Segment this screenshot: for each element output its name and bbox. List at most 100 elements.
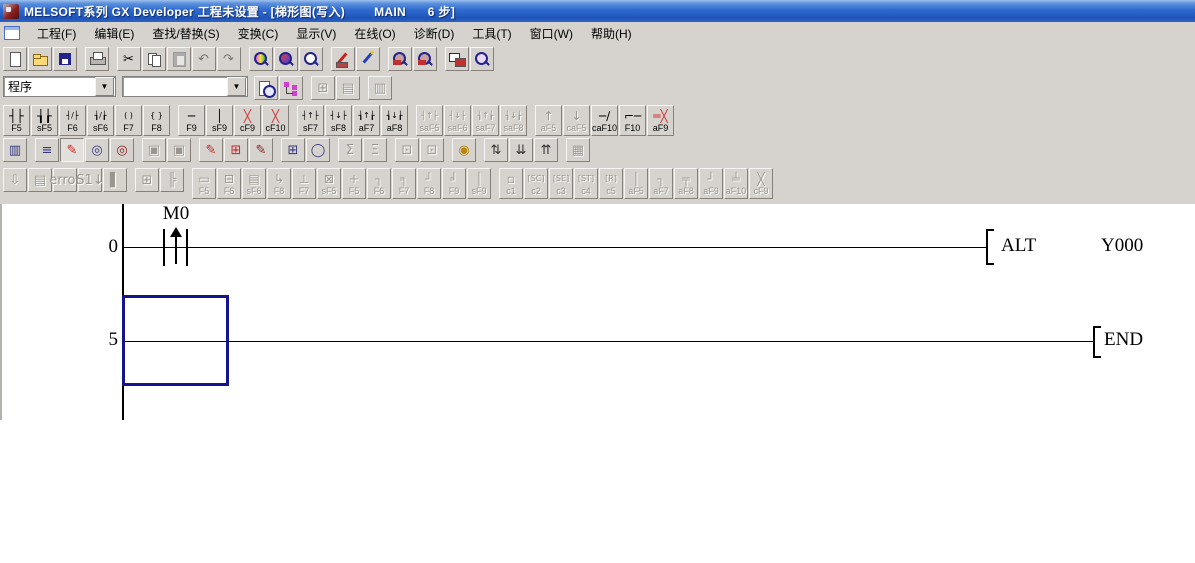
rising-pulse-button[interactable]: ┤↑├ sF7 bbox=[297, 105, 324, 136]
toolbar-icon bbox=[282, 80, 300, 96]
program-verify-button[interactable] bbox=[470, 47, 494, 71]
open-contact-button[interactable]: ┤├ F5 bbox=[3, 105, 30, 136]
project-data-list-button[interactable] bbox=[254, 76, 278, 100]
device-search-combo[interactable]: ▼ bbox=[122, 76, 248, 97]
invert-operation-button[interactable]: ─∕ caF10 bbox=[591, 105, 618, 136]
function-key-label: saF6 bbox=[447, 123, 467, 133]
sfc-vertical-line-button: + F5 bbox=[342, 168, 366, 199]
sfc-rule-branch-button: ┐ aF7 bbox=[649, 168, 673, 199]
coil-button[interactable]: ( ) F7 bbox=[115, 105, 142, 136]
insert-row-button[interactable]: ⇅ bbox=[484, 138, 508, 162]
toolbar-glyph: ▣ bbox=[148, 144, 160, 157]
function-key-label: F6 bbox=[374, 186, 385, 196]
sfc-symbol-icon: ⊠ bbox=[324, 172, 334, 186]
function-key-label: sF8 bbox=[331, 123, 346, 133]
menu-item[interactable]: 在线(O) bbox=[345, 22, 404, 45]
clock-setting-button[interactable]: ◯ bbox=[306, 138, 330, 162]
find-instruction-button[interactable] bbox=[274, 47, 298, 71]
help-check-button[interactable]: ◉ bbox=[452, 138, 476, 162]
device-batch-button[interactable]: ⊞ bbox=[224, 138, 248, 162]
step-number-5: 5 bbox=[88, 329, 118, 351]
sfc-symbol-icon: ┘ bbox=[707, 172, 714, 186]
buffer-memory-button[interactable]: ✎ bbox=[249, 138, 273, 162]
read-mode-search-button[interactable]: ◎ bbox=[85, 138, 109, 162]
draw-line-button[interactable]: ⌐─ F10 bbox=[619, 105, 646, 136]
menu-item[interactable]: 窗口(W) bbox=[521, 22, 582, 45]
falling-pulse-parallel-button[interactable]: ┧↓┟ aF8 bbox=[381, 105, 408, 136]
chevron-down-icon[interactable]: ▼ bbox=[227, 77, 246, 96]
find-string-button[interactable] bbox=[299, 47, 323, 71]
sfc-block-step-button: ⊟ F6 bbox=[217, 168, 241, 199]
function-key-label: F8 bbox=[424, 186, 435, 196]
function-key-label: aF10 bbox=[726, 186, 747, 196]
copy-button[interactable] bbox=[142, 47, 166, 71]
find-device-button[interactable] bbox=[249, 47, 273, 71]
menu-item[interactable]: 工具(T) bbox=[463, 22, 520, 45]
program-common-button[interactable]: ▥ bbox=[3, 138, 27, 162]
open-project-button[interactable] bbox=[28, 47, 52, 71]
delete-vertical-line-button[interactable]: ╳ cF10 bbox=[262, 105, 289, 136]
menu-item[interactable]: 变换(C) bbox=[229, 22, 288, 45]
function-key-label: F7 bbox=[123, 123, 134, 133]
menu-item[interactable]: 帮助(H) bbox=[582, 22, 641, 45]
write-mode-button[interactable]: ✎ bbox=[60, 138, 84, 162]
delete-row-button[interactable]: ⇊ bbox=[509, 138, 533, 162]
edit-cursor[interactable] bbox=[122, 295, 229, 386]
save-project-button[interactable] bbox=[53, 47, 77, 71]
toolbar-glyph: ⇈ bbox=[541, 144, 552, 157]
function-key-label: c1 bbox=[506, 186, 516, 196]
erase-line-button[interactable]: ═╳ aF9 bbox=[647, 105, 674, 136]
sfc-end-step-button: ⊥ F7 bbox=[292, 168, 316, 199]
closed-contact-parallel-button[interactable]: ┧/┟ sF6 bbox=[87, 105, 114, 136]
toolbar-icon bbox=[6, 51, 24, 67]
toolbar-glyph: ◯ bbox=[311, 144, 326, 157]
function-key-label: saF8 bbox=[503, 123, 523, 133]
device-test-button[interactable]: ✎ bbox=[199, 138, 223, 162]
toolbar-icon bbox=[31, 51, 49, 67]
delete-horizontal-line-button[interactable]: ╳ cF9 bbox=[234, 105, 261, 136]
zoom-device-button[interactable] bbox=[388, 47, 412, 71]
horizontal-line-button[interactable]: ─ F9 bbox=[178, 105, 205, 136]
function-key-label: saF5 bbox=[419, 123, 439, 133]
toolbar-glyph: ◎ bbox=[91, 144, 102, 157]
program-check-button[interactable]: ⊞ bbox=[281, 138, 305, 162]
sfc-zoom-partition-button: ⊞ bbox=[135, 168, 159, 192]
vertical-line-button[interactable]: │ sF9 bbox=[206, 105, 233, 136]
mdi-child-icon[interactable] bbox=[4, 26, 20, 40]
sfc-block-convert-button: ⇩ bbox=[3, 168, 27, 192]
falling-pulse-button[interactable]: ┤↓├ sF8 bbox=[325, 105, 352, 136]
comment-display-button[interactable]: ≡ bbox=[35, 138, 59, 162]
function-key-label: cF9 bbox=[240, 123, 255, 133]
menu-item[interactable]: 编辑(E) bbox=[85, 22, 143, 45]
function-key-label: aF7 bbox=[653, 186, 669, 196]
program-type-combo[interactable]: 程序 ▼ bbox=[3, 76, 116, 97]
print-button[interactable] bbox=[85, 47, 109, 71]
rising-pulse-parallel-button[interactable]: ┧↑┟ aF7 bbox=[353, 105, 380, 136]
application-instruction-button[interactable]: { } F8 bbox=[143, 105, 170, 136]
ladder-write-button[interactable] bbox=[331, 47, 355, 71]
toolbar-icon bbox=[257, 80, 275, 96]
toolbar-glyph: ▥ bbox=[9, 144, 21, 157]
cut-button[interactable] bbox=[117, 47, 141, 71]
zoom-block-button[interactable] bbox=[413, 47, 437, 71]
sfc-tool-buttons: ⇩▤errorS1↓▌⊞╠ bbox=[3, 168, 185, 192]
new-project-button[interactable] bbox=[3, 47, 27, 71]
ladder-symbol-icon: ┧┟ bbox=[37, 109, 51, 123]
insert-column-button[interactable]: ⇈ bbox=[534, 138, 558, 162]
data-navigate-button[interactable] bbox=[279, 76, 303, 100]
sfc-rule-double-join-button: ╧ aF10 bbox=[724, 168, 748, 199]
display-monitor-button: ▦ bbox=[566, 138, 590, 162]
toolbar-glyph: ▤ bbox=[34, 174, 46, 187]
menu-item[interactable]: 诊断(D) bbox=[405, 22, 464, 45]
chevron-down-icon[interactable]: ▼ bbox=[95, 77, 114, 96]
toolbar-program-buttons: ⊞▤▥ bbox=[254, 76, 393, 100]
window-transfer-button[interactable] bbox=[445, 47, 469, 71]
open-contact-parallel-button[interactable]: ┧┟ sF5 bbox=[31, 105, 58, 136]
closed-contact-button[interactable]: ┤/├ F6 bbox=[59, 105, 86, 136]
write-mode-search-button[interactable]: ◎ bbox=[110, 138, 134, 162]
menu-item[interactable]: 工程(F) bbox=[28, 22, 85, 45]
menu-item[interactable]: 显示(V) bbox=[287, 22, 345, 45]
ladder-symbol-icon: ┧/┟ bbox=[94, 109, 106, 123]
menu-item[interactable]: 查找/替换(S) bbox=[143, 22, 228, 45]
ladder-insert-button[interactable] bbox=[356, 47, 380, 71]
